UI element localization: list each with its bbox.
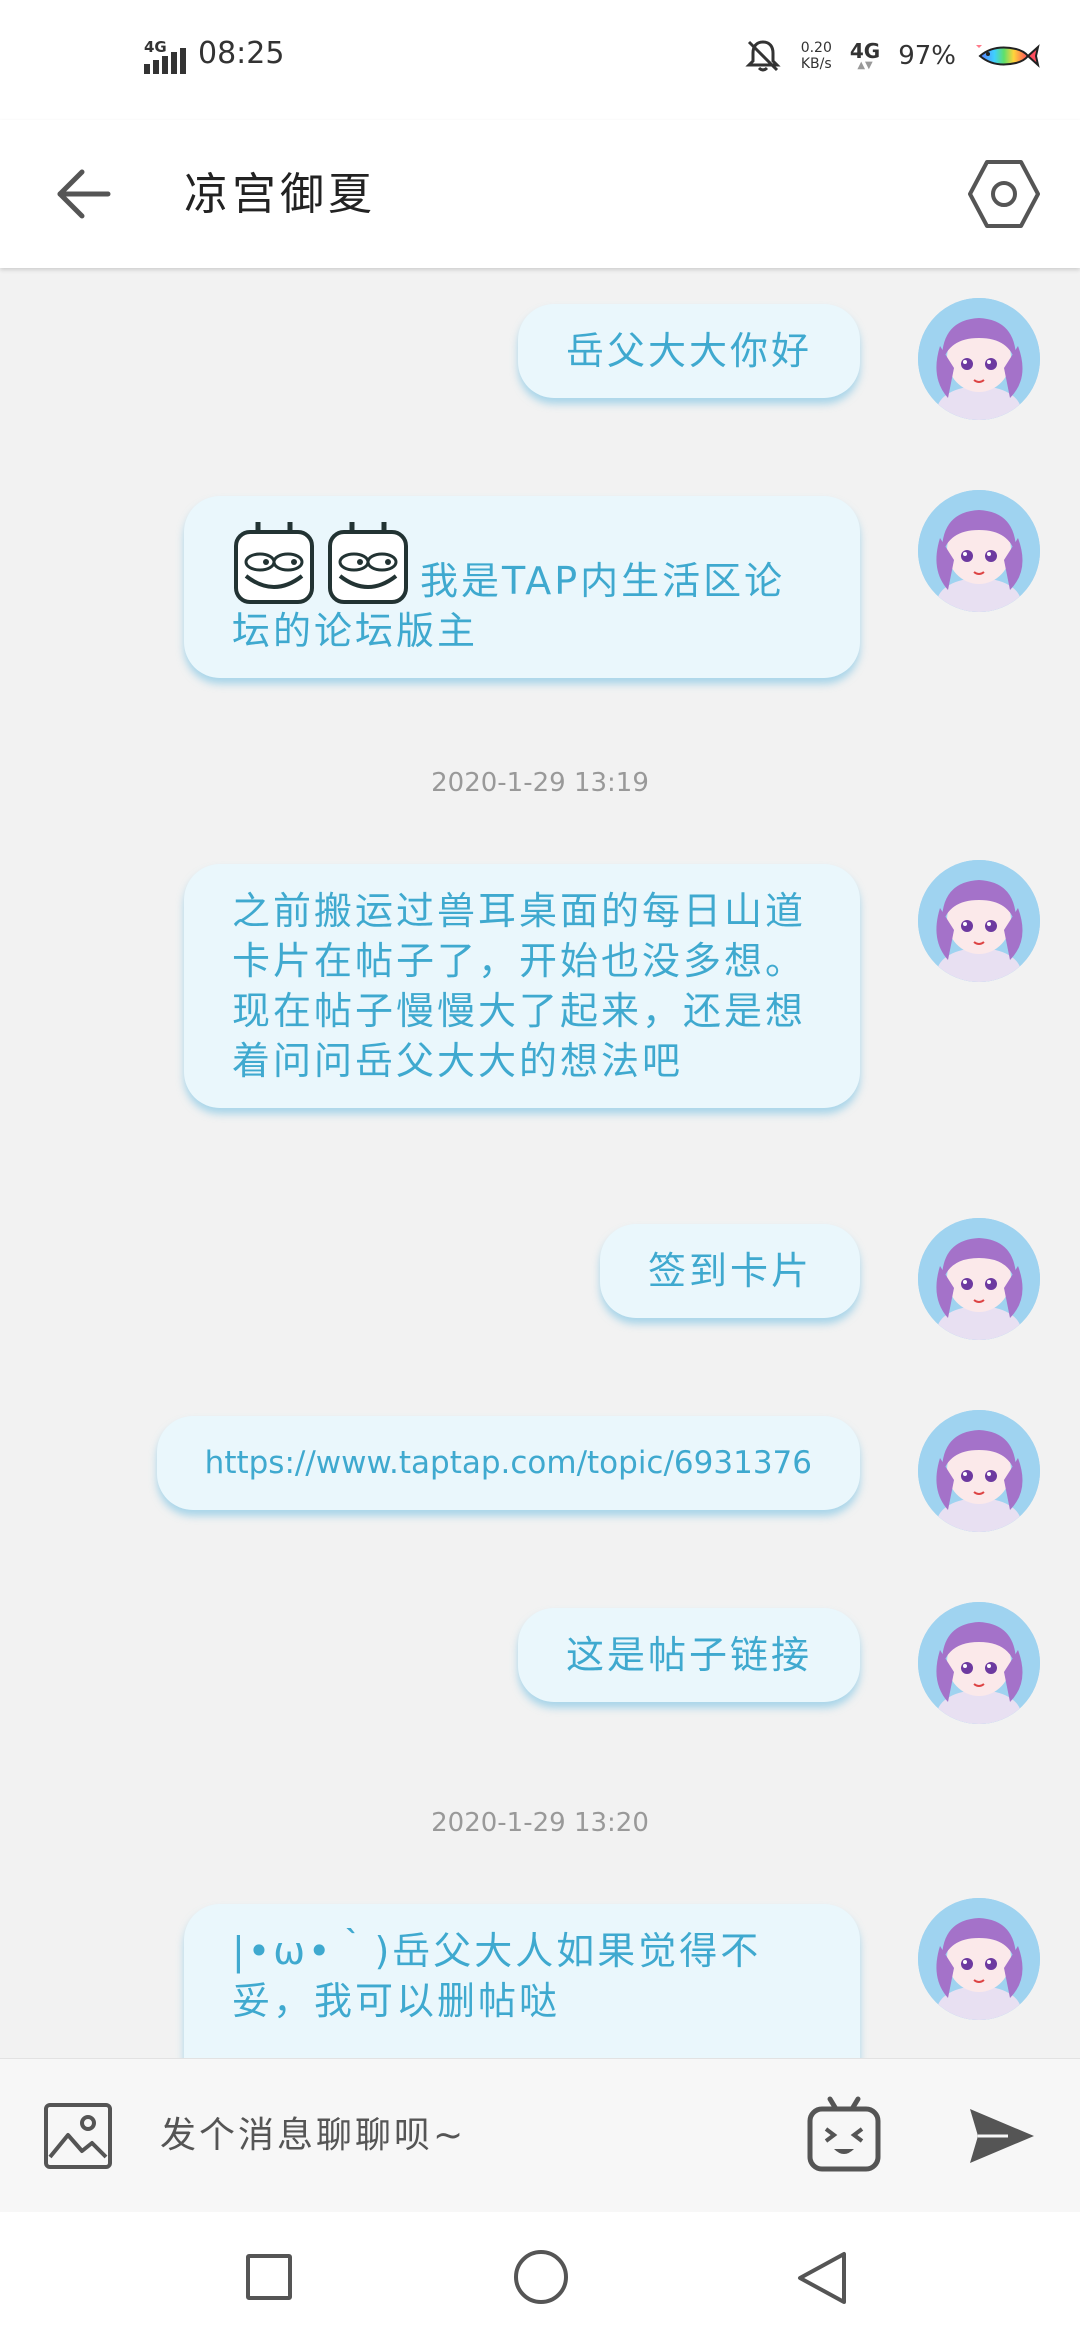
avatar[interactable] <box>918 298 1040 420</box>
avatar[interactable] <box>918 490 1040 612</box>
network-speed: 0.20 KB/s <box>801 40 832 72</box>
link-message-bubble[interactable]: https://www.taptap.com/topic/6931376 <box>156 1416 860 1510</box>
network-type: 4G ▲▼ <box>849 39 881 71</box>
message-bubble[interactable]: 岳父大大你好 <box>517 304 860 398</box>
message-bubble[interactable]: 这是帖子链接 <box>517 1608 860 1702</box>
status-time: 08:25 <box>198 36 285 71</box>
troll-face-emoji-icon <box>326 518 410 606</box>
page-title: 凉宫御夏 <box>184 169 376 220</box>
arrow-left-icon[interactable] <box>52 162 116 226</box>
message-text: 这是帖子链接 <box>565 1633 812 1677</box>
message-link[interactable]: https://www.taptap.com/topic/6931376 <box>205 1445 812 1481</box>
message-text: 签到卡片 <box>647 1249 812 1293</box>
message-input[interactable] <box>160 2095 780 2175</box>
status-bar: 4G 08:25 0.20 KB/s 4G ▲▼ 97% <box>0 0 1080 120</box>
speed-value: 0.20 <box>800 40 832 56</box>
avatar[interactable] <box>918 1410 1040 1532</box>
bell-muted-icon <box>745 40 781 72</box>
message-input-bar <box>0 2058 1080 2212</box>
message-timestamp: 2020-1-29 13:19 <box>431 768 649 798</box>
avatar[interactable] <box>918 1218 1040 1340</box>
cellular-signal-icon: 4G <box>144 38 188 74</box>
hexagon-settings-icon[interactable] <box>966 156 1042 232</box>
chat-header: 凉宫御夏 <box>0 120 1080 268</box>
send-icon[interactable] <box>968 2105 1036 2167</box>
message-timestamp: 2020-1-29 13:20 <box>431 1808 649 1838</box>
message-bubble[interactable]: 签到卡片 <box>599 1224 860 1318</box>
rainbow-fish-battery-icon <box>976 44 1040 68</box>
battery-level: 97% <box>898 41 956 71</box>
avatar[interactable] <box>918 1898 1040 2020</box>
speed-unit: KB/s <box>800 56 832 72</box>
back-triangle-icon[interactable] <box>796 2250 848 2306</box>
avatar[interactable] <box>918 860 1040 982</box>
message-text: 之前搬运过兽耳桌面的每日山道卡片在帖子了，开始也没多想。现在帖子慢慢大了起来，还… <box>232 889 807 1083</box>
message-text: 岳父大大你好 <box>565 329 812 373</box>
system-navigation-bar <box>0 2212 1080 2340</box>
home-button[interactable] <box>514 2250 568 2304</box>
avatar[interactable] <box>918 1602 1040 1724</box>
message-bubble[interactable]: 之前搬运过兽耳桌面的每日山道卡片在帖子了，开始也没多想。现在帖子慢慢大了起来，还… <box>184 864 860 1108</box>
message-bubble[interactable]: 我是TAP内生活区论坛的论坛版主 <box>184 496 860 678</box>
message-list: 岳父大大你好 我是TAP内生活区论坛的论坛版主 2020-1-29 13:19 … <box>0 268 1080 2058</box>
troll-face-emoji-icon <box>232 518 316 606</box>
network-label: 4G <box>144 38 167 56</box>
recent-apps-button[interactable] <box>246 2254 292 2300</box>
message-text: |•ω•｀)岳父大人如果觉得不妥，我可以删帖哒 <box>232 1929 762 2023</box>
tv-emoji-icon[interactable] <box>806 2095 882 2175</box>
image-icon[interactable] <box>42 2101 114 2171</box>
message-bubble[interactable]: |•ω•｀)岳父大人如果觉得不妥，我可以删帖哒 <box>184 1904 860 2058</box>
